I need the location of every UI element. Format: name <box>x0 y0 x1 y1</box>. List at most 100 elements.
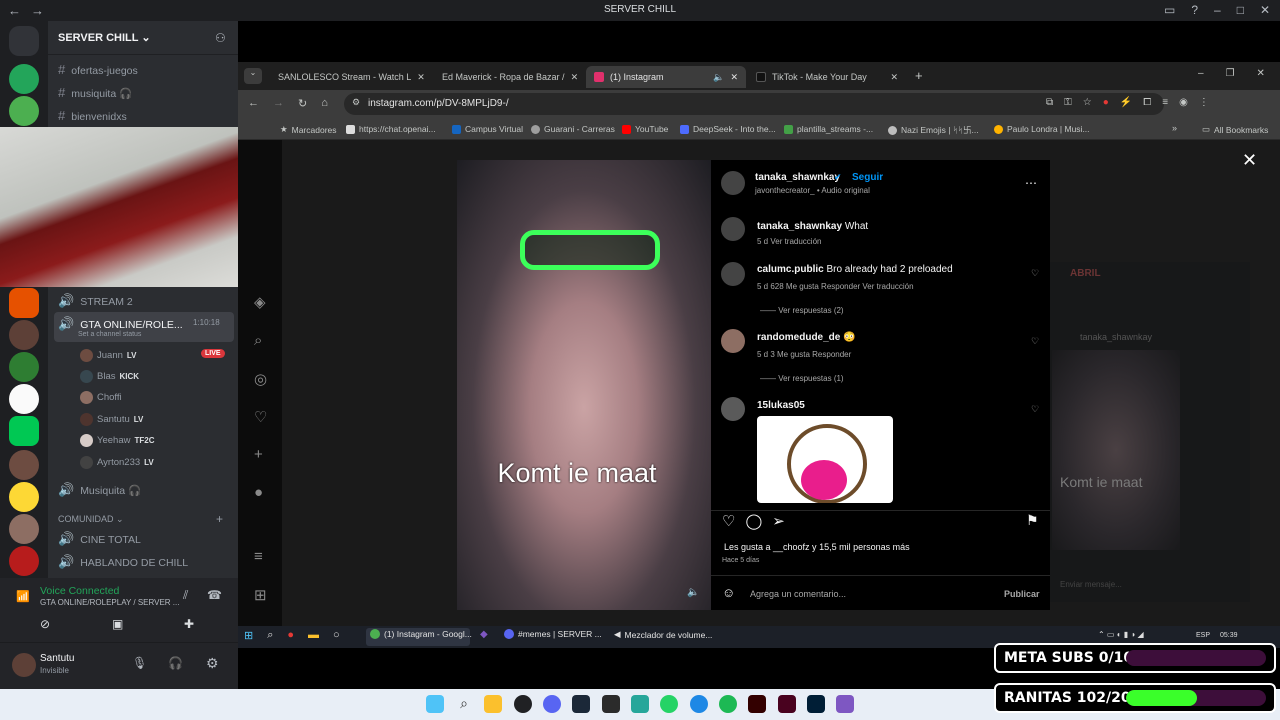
back-icon[interactable]: ← <box>248 97 259 110</box>
settings-gear-icon[interactable]: ⚙ <box>206 655 219 672</box>
bookmark-item[interactable]: https://chat.openai... <box>346 124 436 134</box>
minimize-button[interactable]: – <box>1214 3 1221 17</box>
discord-icon[interactable] <box>543 695 561 713</box>
voice-user[interactable]: Santutu LV <box>80 413 143 426</box>
author-name[interactable]: tanaka_shawnkay <box>755 172 840 183</box>
channel-musiquita[interactable]: # musiquita 🎧 <box>58 85 132 100</box>
app-icon[interactable]: ● <box>287 629 294 642</box>
publish-button[interactable]: Publicar <box>1004 589 1040 599</box>
whatsapp-icon[interactable] <box>660 695 678 713</box>
profile-icon[interactable]: ● <box>254 484 263 501</box>
bookmarks-overflow-icon[interactable]: » <box>1172 123 1177 133</box>
headphones-icon[interactable]: 🎧 <box>168 656 183 670</box>
channel-bienvenidxs[interactable]: # bienvenidxs <box>58 108 127 123</box>
screen-share-icon[interactable]: ▣ <box>112 617 123 631</box>
cast-icon[interactable]: ⧉ <box>1046 97 1053 108</box>
folder-icon[interactable]: ▬ <box>308 629 319 642</box>
voice-user[interactable]: Choffi <box>80 391 122 404</box>
help-icon[interactable]: ? <box>1191 3 1198 17</box>
camera-off-icon[interactable]: ⊘ <box>40 617 50 631</box>
extensions-puzzle-icon[interactable]: ⧠ <box>1143 97 1151 108</box>
indesign-icon[interactable] <box>778 695 796 713</box>
voice-user[interactable]: Yeehaw TF2C <box>80 434 154 447</box>
search-icon[interactable]: ⌕ <box>455 695 473 713</box>
heart-icon[interactable]: ♡ <box>254 408 267 426</box>
add-channel-icon[interactable]: + <box>216 512 223 526</box>
server-icon[interactable] <box>9 352 39 382</box>
password-key-icon[interactable]: ⚿ <box>1064 97 1072 108</box>
extension-icon[interactable]: ⚡ <box>1120 97 1132 108</box>
avatar[interactable] <box>721 397 745 421</box>
close-icon[interactable]: ✕ <box>571 72 579 83</box>
app-icon[interactable] <box>836 695 854 713</box>
browser-window-controls[interactable]: – ❐ ✕ <box>1198 68 1265 79</box>
server-header[interactable]: SERVER CHILL ⌄ <box>48 21 238 55</box>
minimize-icon[interactable]: – <box>1198 68 1204 79</box>
follow-button[interactable]: Seguir <box>852 172 883 183</box>
noise-suppression-icon[interactable]: ⫽ <box>183 588 188 603</box>
like-icon[interactable]: ♡ <box>722 512 735 530</box>
explore-icon[interactable]: ◎ <box>254 370 267 388</box>
comment-user[interactable]: tanaka_shawnkay <box>757 221 842 232</box>
start-icon[interactable] <box>426 695 444 713</box>
profile-avatar[interactable]: ◉ <box>1179 97 1188 108</box>
author-avatar[interactable] <box>721 171 745 195</box>
microphone-icon[interactable]: 🎙 <box>132 656 147 670</box>
voice-channel-hablando[interactable]: 🔊 HABLANDO DE CHILL <box>58 554 188 570</box>
bookmark-item[interactable]: Paulo Londra | Musi... <box>994 124 1090 134</box>
like-comment-icon[interactable]: ♡ <box>1031 336 1039 347</box>
file-explorer-icon[interactable] <box>484 695 502 713</box>
server-icon[interactable] <box>9 320 39 350</box>
tray-icons[interactable]: ⌃ ▭ ◐ ▮ ◑ ◢ <box>1098 630 1144 639</box>
like-comment-icon[interactable]: ♡ <box>1031 268 1039 279</box>
window-controls[interactable]: ▭? – □ ✕ <box>1164 3 1270 17</box>
avatar[interactable] <box>721 262 745 286</box>
bookmark-item[interactable]: Campus Virtual <box>452 124 523 134</box>
taskbar-item[interactable]: ◀ Mezclador de volume... <box>614 629 712 640</box>
like-comment-icon[interactable]: ♡ <box>1031 404 1039 415</box>
tab-instagram[interactable]: (1) Instagram 🔈 ✕ <box>586 66 746 88</box>
audio-label[interactable]: javonthecreator_ • Audio original <box>755 186 870 195</box>
start-icon[interactable]: ⊞ <box>244 629 253 642</box>
voice-user[interactable]: Blas KICK <box>80 370 139 383</box>
close-button[interactable]: ✕ <box>1260 3 1270 17</box>
language-indicator[interactable]: ESP <box>1196 632 1210 639</box>
voice-channel-cine[interactable]: 🔊 CINE TOTAL <box>58 531 141 547</box>
avatar[interactable] <box>12 653 36 677</box>
server-icon[interactable] <box>9 546 39 576</box>
photoshop-icon[interactable] <box>807 695 825 713</box>
comment-user[interactable]: calumc.public <box>757 264 824 275</box>
new-tab-icon[interactable]: + <box>915 68 923 83</box>
more-options-icon[interactable]: ⋯ <box>1025 176 1037 190</box>
tab-kick[interactable]: SANLOLESCO Stream - Watch L ✕ <box>264 66 428 88</box>
comment-input[interactable]: Agrega un comentario... <box>750 589 846 599</box>
close-icon[interactable]: ✕ <box>1257 68 1265 79</box>
bookmark-item[interactable]: YouTube <box>622 124 668 134</box>
view-replies[interactable]: —— Ver respuestas (2) <box>760 306 844 315</box>
maximize-button[interactable]: □ <box>1237 3 1244 17</box>
bookmark-item[interactable]: Guarani - Carreras <box>531 124 615 134</box>
bookmark-item[interactable]: ★ Marcadores <box>280 124 337 135</box>
reels-icon[interactable]: ◈ <box>254 293 266 311</box>
server-icon[interactable] <box>9 384 39 414</box>
bookmark-item[interactable]: plantilla_streams -... <box>784 124 873 134</box>
tab-youtube[interactable]: Ed Maverick - Ropa de Bazar / ✕ <box>428 66 586 88</box>
add-member-icon[interactable]: ⚇ <box>215 31 226 45</box>
forward-icon[interactable]: → <box>273 97 284 110</box>
save-icon[interactable]: ⚑ <box>1026 512 1039 529</box>
disconnect-icon[interactable]: ☎ <box>207 588 222 602</box>
discord-home-icon[interactable] <box>9 26 39 56</box>
avatar[interactable] <box>721 329 745 353</box>
server-icon[interactable] <box>9 96 39 126</box>
server-icon[interactable] <box>9 482 39 512</box>
voice-user[interactable]: Ayrton233 LV <box>80 456 154 469</box>
meta-icon[interactable]: ⊞ <box>254 586 267 604</box>
app-icon[interactable] <box>690 695 708 713</box>
illustrator-icon[interactable] <box>748 695 766 713</box>
spotify-icon[interactable] <box>719 695 737 713</box>
server-icon[interactable] <box>9 450 39 480</box>
channel-status[interactable]: Set a channel status <box>78 331 141 338</box>
menu-icon[interactable]: ≡ <box>254 548 263 565</box>
chrome-icon[interactable] <box>514 695 532 713</box>
voice-channel-stream2[interactable]: 🔊 STREAM 2 <box>58 293 133 309</box>
